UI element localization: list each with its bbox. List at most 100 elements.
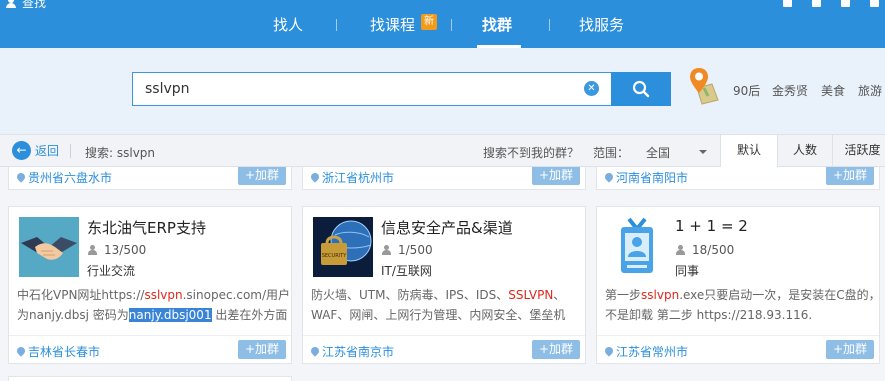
group-avatar (607, 217, 667, 277)
group-card[interactable]: 东北油气ERP支持 13/500 行业交流 中石化VPN网址https://ss… (8, 206, 292, 364)
people-icon (675, 245, 687, 255)
desc-keyword: sslvpn (641, 288, 680, 302)
sort-tab-default[interactable]: 默认 (720, 135, 777, 167)
location-pin-icon (311, 347, 319, 357)
join-group-button[interactable]: +加群 (532, 340, 580, 359)
main-nav: 找人 找课程 新 找群 找服务 (0, 0, 885, 48)
map-pin-icon[interactable] (688, 66, 720, 106)
group-title[interactable]: 信息安全产品&渠道 (381, 217, 513, 238)
location-pin-icon (311, 173, 319, 183)
member-count: 13/500 (87, 243, 146, 257)
security-lock-icon: SECURITY (313, 217, 373, 277)
card-footer: 贵州省六盘水市 +加群 (9, 167, 291, 189)
hot-tag[interactable]: 美食 (821, 82, 845, 99)
group-category: IT/互联网 (381, 264, 432, 278)
location-pin-icon (605, 173, 613, 183)
search-input[interactable] (145, 73, 575, 105)
location-text: 吉林省长春市 (28, 345, 101, 359)
search-box: ✕ (132, 72, 611, 106)
nav-divider (451, 19, 452, 31)
location: 贵州省六盘水市 (17, 169, 112, 186)
not-found-link[interactable]: 搜索不到我的群？ (483, 144, 579, 161)
group-card[interactable] (8, 376, 292, 381)
desc-text: 出差在外方面 (211, 308, 288, 322)
range-label: 范围： (593, 146, 630, 160)
tab-find-people[interactable]: 找人 (273, 14, 303, 35)
card-footer: 河南省南阳市 +加群 (597, 167, 879, 189)
location: 河南省南阳市 (605, 169, 688, 186)
location-text: 河南省南阳市 (616, 171, 689, 185)
nav-divider (336, 19, 337, 31)
join-group-button[interactable]: +加群 (826, 167, 874, 185)
divider (70, 144, 71, 158)
tab-find-course[interactable]: 找课程 (370, 14, 415, 35)
card-footer: 江苏省南京市 +加群 (303, 335, 585, 363)
svg-text:SECURITY: SECURITY (322, 253, 347, 259)
back-label: 返回 (35, 144, 60, 158)
hot-tag[interactable]: 90后 (733, 82, 760, 99)
sort-tab-activity[interactable]: 活跃度 (832, 135, 885, 167)
tab-find-group[interactable]: 找群 (482, 14, 512, 35)
location: 江苏省南京市 (311, 343, 394, 360)
range-dropdown[interactable]: 全国 (646, 144, 670, 161)
sort-tab-members[interactable]: 人数 (777, 135, 832, 167)
results-area: 贵州省六盘水市 +加群 浙江省杭州市 +加群 河南省南阳市 +加群 东北油气ER… (0, 167, 885, 381)
group-card[interactable]: 贵州省六盘水市 +加群 (8, 167, 292, 190)
tab-find-service[interactable]: 找服务 (579, 14, 624, 35)
join-group-button[interactable]: +加群 (238, 340, 286, 359)
chevron-down-icon[interactable] (699, 150, 707, 154)
group-card[interactable]: SECURITY 信息安全产品&渠道 1/500 IT/互联网 防火墙、UTM、… (302, 206, 586, 364)
group-description: 第一步sslvpn.exe只要启动一次，是安装在C盘的，不是卸载 第二步 htt… (605, 285, 881, 325)
search-query-text: 搜索: sslvpn (85, 146, 156, 160)
desc-keyword: sslvpn (144, 288, 183, 302)
group-category: 同事 (675, 264, 700, 278)
card-footer: 浙江省杭州市 +加群 (303, 167, 585, 189)
group-avatar (19, 217, 79, 277)
filter-bar: ← 返回 搜索: sslvpn 搜索不到我的群？ 范围： 全国 默认 人数 活跃… (0, 134, 885, 167)
location-text: 江苏省南京市 (322, 345, 395, 359)
nav-divider (549, 19, 550, 31)
join-group-button[interactable]: +加群 (532, 167, 580, 185)
group-card[interactable]: 河南省南阳市 +加群 (596, 167, 880, 190)
card-footer: 吉林省长春市 +加群 (9, 335, 291, 363)
hot-tag[interactable]: 旅游 (858, 82, 882, 99)
group-avatar: SECURITY (313, 217, 373, 277)
desc-keyword: SSLVPN (508, 288, 554, 302)
handshake-icon (19, 217, 79, 277)
new-badge: 新 (421, 14, 437, 30)
member-count-text: 13/500 (104, 243, 147, 257)
people-icon (87, 245, 99, 255)
group-card[interactable]: 浙江省杭州市 +加群 (302, 167, 586, 190)
join-group-button[interactable]: +加群 (238, 167, 286, 185)
location-text: 浙江省杭州市 (322, 171, 395, 185)
desc-selected-text: nanjy.dbsj001 (128, 308, 212, 322)
location: 江苏省常州市 (605, 343, 688, 360)
group-category: 行业交流 (87, 264, 136, 278)
back-button[interactable]: ← 返回 (12, 141, 59, 160)
people-icon (381, 245, 393, 255)
desc-text: 防火墙、UTM、防病毒、IPS、IDS、 (311, 288, 509, 302)
member-count-text: 1/500 (398, 243, 433, 257)
group-description: 中石化VPN网址https://sslvpn.sinopec.com/用户为na… (17, 285, 293, 325)
search-icon (632, 80, 650, 98)
location-text: 江苏省常州市 (616, 345, 689, 359)
desc-text: 中石化VPN网址https:// (17, 288, 145, 302)
search-area: ✕ 90后 金秀贤 美食 旅游 (0, 48, 885, 134)
group-card[interactable]: 1 + 1 = 2 18/500 同事 第一步sslvpn.exe只要启动一次，… (596, 206, 881, 364)
group-title[interactable]: 1 + 1 = 2 (675, 217, 748, 235)
id-badge-icon (607, 217, 667, 277)
location-text: 贵州省六盘水市 (28, 171, 113, 185)
location-pin-icon (17, 347, 25, 357)
clear-icon[interactable]: ✕ (584, 81, 599, 96)
group-title[interactable]: 东北油气ERP支持 (87, 217, 206, 238)
search-button[interactable] (611, 72, 671, 106)
card-footer: 江苏省常州市 +加群 (597, 335, 879, 363)
member-count-text: 18/500 (692, 243, 735, 257)
hot-tag[interactable]: 金秀贤 (772, 82, 808, 99)
group-description: 防火墙、UTM、防病毒、IPS、IDS、SSLVPN、WAF、网闸、上网行为管理… (311, 285, 587, 325)
location: 浙江省杭州市 (311, 169, 394, 186)
back-arrow-icon: ← (12, 141, 31, 160)
member-count: 18/500 (675, 243, 734, 257)
location: 吉林省长春市 (17, 343, 100, 360)
join-group-button[interactable]: +加群 (826, 340, 874, 359)
